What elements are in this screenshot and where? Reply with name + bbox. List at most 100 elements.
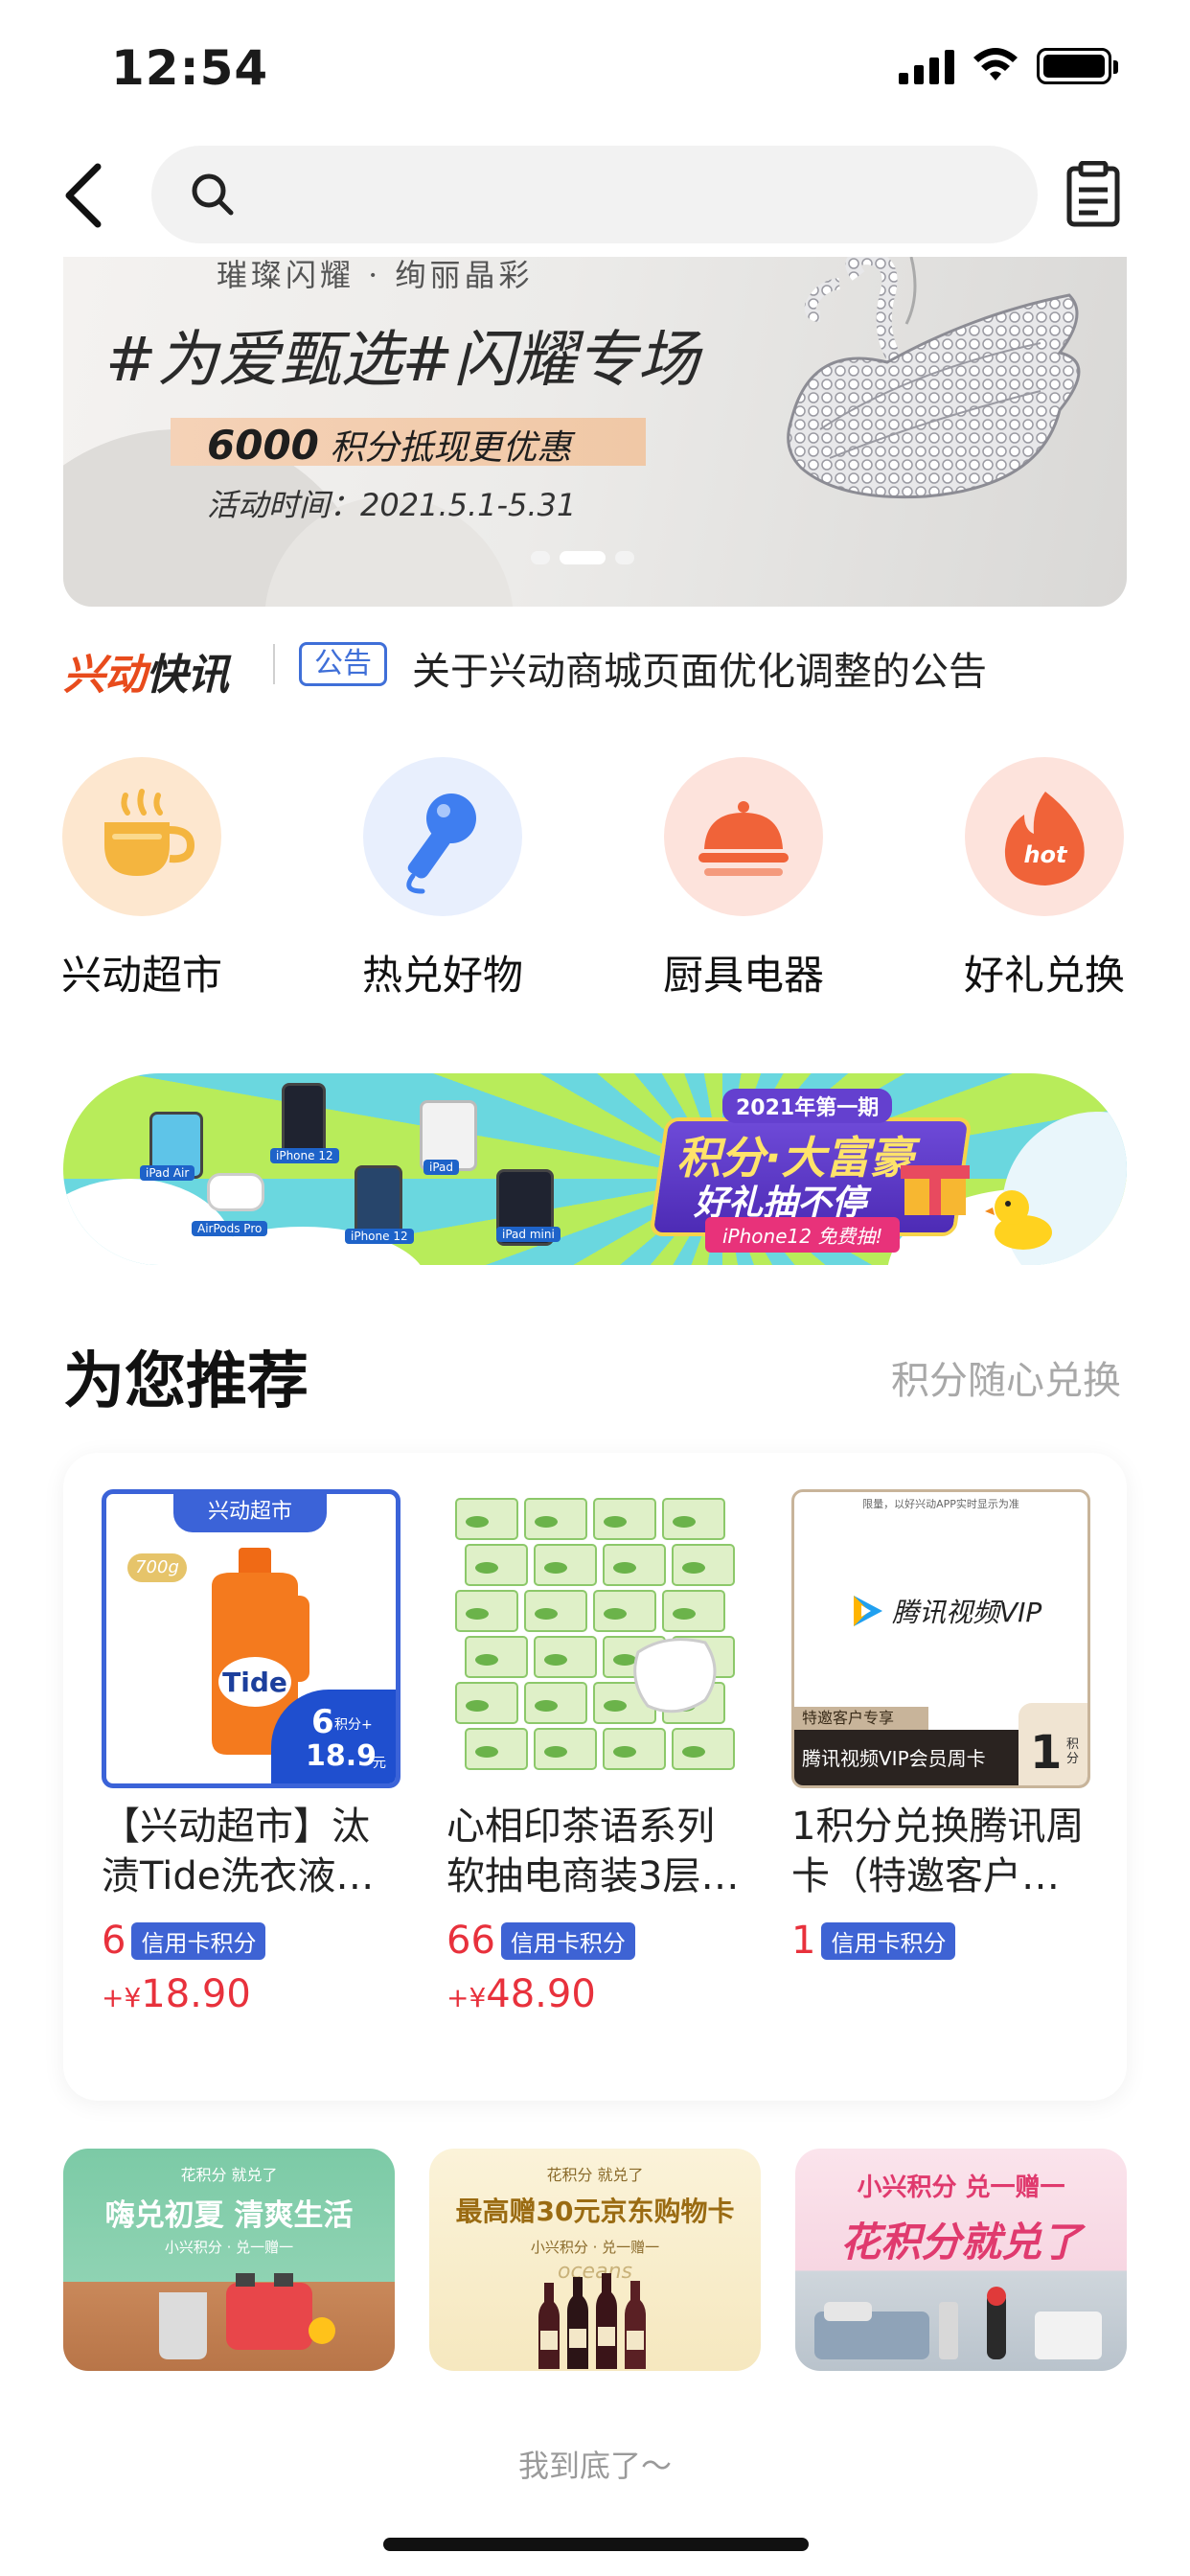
promo-year: 2021年第一期 [722,1089,893,1123]
device-label: iPhone 12 [270,1148,339,1163]
image-badge-price-unit: 元 [373,1756,386,1771]
points-tag: 信用卡积分 [821,1921,956,1960]
product-name: 1积分兑换腾讯周卡（特邀客户… [791,1805,1085,1898]
svg-text:Tide: Tide [222,1667,287,1698]
device-label: AirPods Pro [192,1221,268,1236]
tencent-video-logo: 腾讯视频VIP [848,1592,1041,1630]
search-icon [192,173,234,216]
leaf-icon [544,1562,567,1574]
banner-title: 嗨兑初夏 清爽生活 [104,2198,354,2233]
category-label: 好礼兑换 [963,952,1125,999]
banner-subtitle: 小兴积分 · 兑一赠一 [530,2239,660,2256]
product-card[interactable]: 心相印茶语系列软抽电商装3层… 66 信用卡积分 +¥48.90 [446,1489,749,2016]
hero-banner[interactable]: 璀璨闪耀 · 绚丽晶彩 #为爱甄选#闪耀专场 6000 积分抵现更优惠 活动时间… [63,257,1127,607]
coffee-cup-icon [62,757,221,916]
tissue-pack-image [455,1498,735,1770]
orders-list-icon[interactable] [1065,161,1121,228]
gift-box-icon [901,1165,970,1215]
product-image [446,1489,745,1788]
bottom-banner-jd-card[interactable]: 花积分 就兑了 最高赠30元京东购物卡 小兴积分 · 兑一赠一 oceans [429,2149,761,2371]
leaf-icon [466,1608,489,1620]
announcement-link[interactable]: 关于兴动商城页面优化调整的公告 [412,640,987,696]
leaf-icon [475,1562,498,1574]
back-button[interactable] [57,161,115,230]
leaf-icon [535,1516,558,1528]
hero-points-text: 积分抵现更优惠 [330,428,572,468]
category-hot-items[interactable]: 热兑好物 [356,757,529,1001]
device-label: iPad [423,1160,460,1175]
category-label: 厨具电器 [662,952,824,999]
category-label: 热兑好物 [361,952,523,999]
bottom-banner-redeem[interactable]: 小兴积分 兑一赠一 花积分就兑了 [795,2149,1127,2371]
svg-text:hot: hot [1023,841,1068,868]
points-value: 66 [446,1919,495,1963]
carousel-indicator [531,550,644,568]
hero-points: 6000 [207,422,319,469]
leaf-icon [682,1746,705,1758]
category-gifts[interactable]: hot 好礼兑换 [958,757,1131,1001]
category-kitchen[interactable]: 厨具电器 [657,757,830,1001]
leaf-icon [673,1516,696,1528]
product-price: +¥18.90 [102,1972,404,2016]
image-weight: 700g [127,1553,187,1582]
image-top-note: 限量，以好兴动APP实时显示为准 [862,1498,1019,1510]
status-bar: 12:54 [0,0,1190,134]
news-logo: 兴动快讯 [63,640,229,702]
leaf-icon [466,1700,489,1712]
banner-subtitle: 小兴积分 · 兑一赠一 [164,2239,294,2256]
image-badge-points: 6 [311,1703,334,1741]
banner-kicker: 花积分 就兑了 [180,2166,278,2184]
leaf-icon [475,1654,498,1666]
points-tag: 信用卡积分 [500,1921,635,1960]
microphone-icon [363,757,522,916]
price-prefix: +¥ [446,1982,487,2013]
divider [273,644,275,684]
announcement-badge: 公告 [299,642,387,686]
product-card[interactable]: 限量，以好兴动APP实时显示为准 腾讯视频VIP 特邀客户专享 腾讯视频VIP会… [791,1489,1094,1963]
home-indicator[interactable] [383,2538,809,2551]
points-value: 6 [102,1919,126,1963]
image-badge-price: 18.9 [306,1739,378,1773]
hero-points-tag: 6000 积分抵现更优惠 [171,418,646,469]
leaf-icon [535,1608,558,1620]
play-logo-icon [854,1596,882,1626]
product-name: 心相印茶语系列软抽电商装3层… [446,1805,740,1898]
end-of-list-text: 我到底了～ [517,2448,672,2484]
search-bar[interactable] [151,146,1038,243]
points-value: 1 [791,1919,816,1963]
appliance-image [159,2273,335,2359]
device-label: iPad mini [496,1227,561,1242]
product-price: +¥48.90 [446,1972,749,2016]
image-badge-points-unit: 积分 [1066,1737,1080,1766]
image-badge-points: 1 [1030,1726,1063,1780]
home-goods-image [814,2287,1102,2359]
leaf-icon [544,1654,567,1666]
price-value: 18.90 [141,1972,251,2016]
points-tag: 信用卡积分 [131,1921,266,1960]
leaf-icon [604,1700,627,1712]
banner-kicker: 花积分 就兑了 [546,2166,644,2184]
product-points: 1 信用卡积分 [791,1919,1094,1963]
news-logo-part-b: 快讯 [146,651,229,700]
view-more-link[interactable]: 积分随心兑换 [891,1349,1121,1405]
banner-title: 花积分就兑了 [839,2219,1082,2266]
leaf-icon [466,1516,489,1528]
hero-top-text: 璀璨闪耀 · 绚丽晶彩 [217,257,534,293]
duck-icon [985,1190,1052,1250]
section-title: 为您推荐 [63,1346,309,1417]
image-badge-points-unit: 积分+ [334,1717,373,1733]
cellular-signal-icon [899,50,954,84]
image-brand: 腾讯视频VIP [892,1597,1042,1628]
promo-banner[interactable]: iPad Air iPhone 12 iPad AirPods Pro iPho… [63,1073,1127,1265]
banner-kicker: 小兴积分 兑一赠一 [857,2174,1065,2202]
leaf-icon [613,1562,636,1574]
wine-bottles-image [538,2273,646,2369]
leaf-icon [475,1746,498,1758]
leaf-icon [535,1700,558,1712]
category-supermarket[interactable]: 兴动超市 [56,757,228,1001]
leaf-icon [613,1746,636,1758]
product-card[interactable]: 兴动超市 700g Tide 6 积分+ 18.9 元 【兴动超市】汰渍Tide… [102,1489,404,2016]
bottom-banner-summer[interactable]: 花积分 就兑了 嗨兑初夏 清爽生活 小兴积分 · 兑一赠一 [63,2149,395,2371]
leaf-icon [613,1654,636,1666]
search-input[interactable] [259,172,1025,217]
